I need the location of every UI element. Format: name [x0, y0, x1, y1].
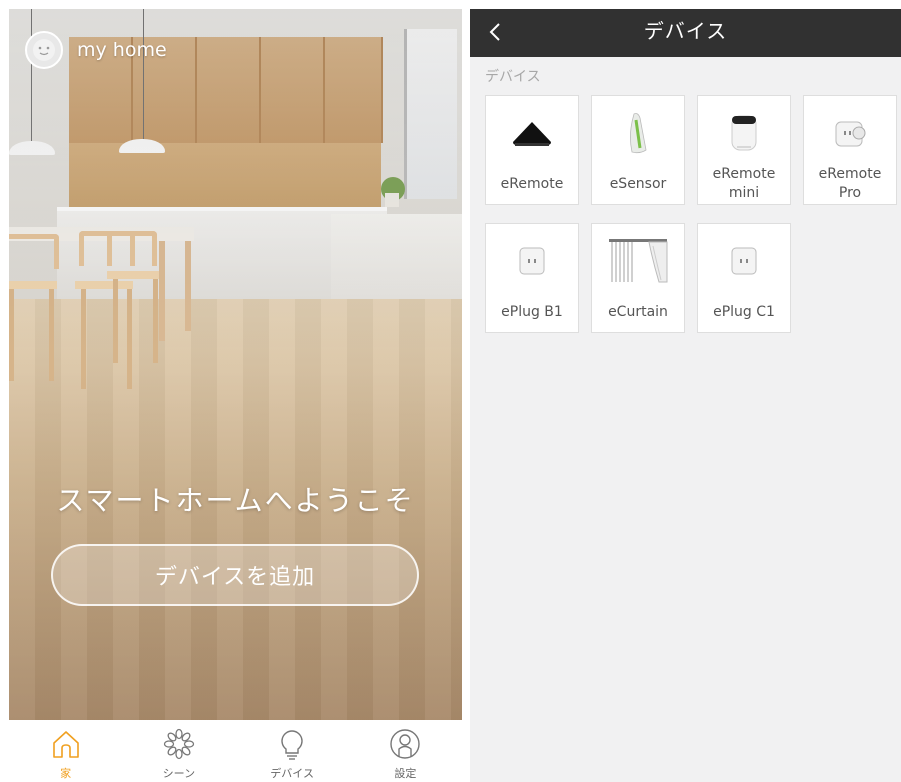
home-name[interactable]: my home [77, 39, 167, 61]
device-card-eplug-c1[interactable]: ePlug C1 [697, 223, 791, 333]
esensor-icon [630, 113, 647, 154]
device-card-eplug-b1[interactable]: ePlug B1 [485, 223, 579, 333]
scene-icon [163, 728, 195, 760]
page-title: デバイス [643, 19, 728, 43]
lightbulb-icon [281, 730, 303, 760]
back-chevron-icon[interactable] [484, 17, 508, 47]
eremote-mini-icon [731, 115, 757, 151]
device-card-eremote-pro[interactable]: eRemote Pro [803, 95, 897, 205]
home-screen: my home スマートホームへようこそ デバイスを追加 家 シーン デバイス … [9, 9, 462, 782]
home-icon [52, 731, 79, 758]
device-label: ePlug B1 [501, 303, 563, 320]
device-card-eremote-mini[interactable]: eRemote mini [697, 95, 791, 205]
eremote-icon [513, 122, 551, 146]
add-device-button[interactable]: デバイスを追加 [51, 544, 419, 606]
eplug-c1-icon [731, 247, 757, 275]
device-label: eCurtain [608, 303, 668, 320]
tab-scene-label: シーン [162, 767, 196, 780]
device-label: eRemote Pro [818, 166, 882, 201]
tab-devices[interactable]: デバイス [236, 720, 349, 782]
tab-settings-label: 設定 [394, 767, 417, 780]
section-label: デバイス [485, 69, 541, 85]
home-avatar-icon[interactable] [25, 31, 63, 69]
device-list-screen: デバイス デバイス eRemote eSensor eRemote mini e… [470, 9, 901, 782]
eremote-pro-icon [835, 121, 866, 147]
tab-scene[interactable]: シーン [122, 720, 235, 782]
navigation-bar: デバイス [470, 9, 901, 57]
device-label: ePlug C1 [713, 303, 775, 320]
device-card-eremote[interactable]: eRemote [485, 95, 579, 205]
tab-devices-label: デバイス [270, 767, 314, 780]
eplug-b1-icon [519, 247, 545, 275]
kitchen-background-image: my home スマートホームへようこそ デバイスを追加 [9, 9, 462, 720]
bottom-tab-bar: 家 シーン デバイス 設定 [9, 720, 462, 782]
device-label: eSensor [609, 175, 667, 192]
device-card-ecurtain[interactable]: eCurtain [591, 223, 685, 333]
device-label: eRemote mini [712, 166, 776, 201]
tab-home-label: 家 [60, 767, 72, 780]
tab-home[interactable]: 家 [9, 720, 122, 782]
home-selector[interactable]: my home [25, 31, 167, 69]
ecurtain-icon [609, 239, 668, 283]
device-card-esensor[interactable]: eSensor [591, 95, 685, 205]
tab-settings[interactable]: 設定 [349, 720, 462, 782]
device-label: eRemote [500, 175, 564, 192]
welcome-text: スマートホームへようこそ [56, 484, 415, 517]
settings-person-icon [390, 729, 421, 759]
